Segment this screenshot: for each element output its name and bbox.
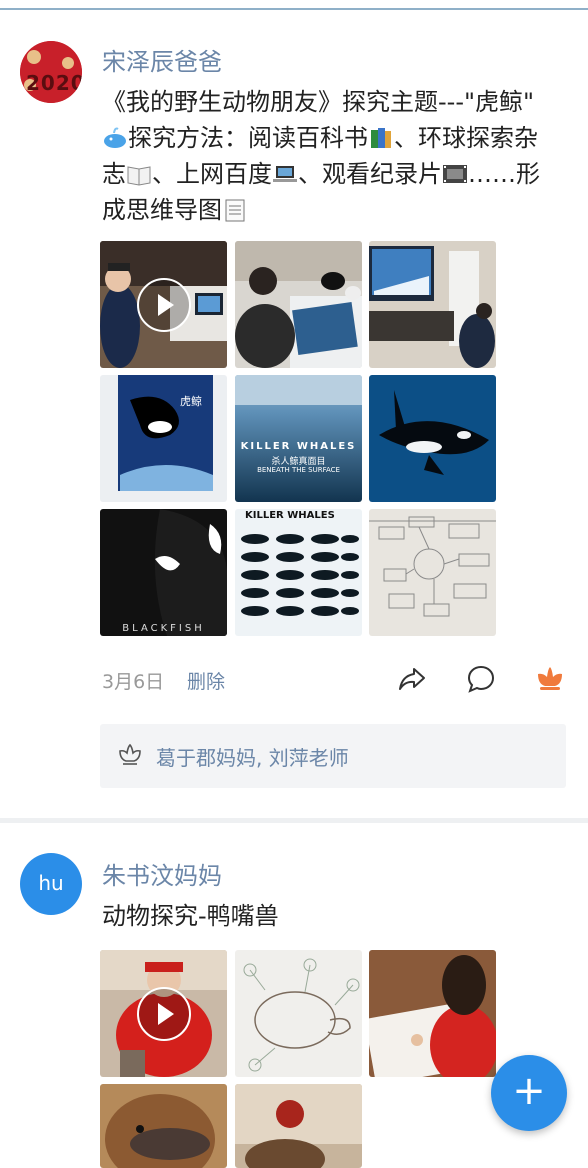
thumbnail-image[interactable] [369,241,496,368]
avatar-text: hu [38,871,64,895]
documentary-title: KILLER WHALES [240,441,357,452]
post-text: 《我的野生动物朋友》探究主题---"虎鲸"探究方法：阅读百科书 、环球探索杂志 、上… [102,84,552,228]
likes-box: 葛于郡妈妈, 刘萍老师 [100,724,566,788]
thumbnail-image[interactable] [235,950,362,1077]
like-flower-icon[interactable] [535,664,565,694]
thumbnail-image[interactable] [235,241,362,368]
comment-icon[interactable] [466,664,496,694]
poster-title: BLACKFISH [122,623,205,634]
play-icon[interactable] [136,277,191,332]
text-part: 《我的野生动物朋友》探究主题---"虎鲸" [102,88,535,116]
documentary-subtitle-2: BENEATH THE SURFACE [257,466,340,474]
notepad-emoji-icon [222,197,248,223]
open-book-emoji-icon [126,161,152,187]
thumbnail-image[interactable] [100,950,227,1077]
text-part: 、上网百度 [152,160,272,188]
thumbnail-image[interactable]: BLACKFISH [100,509,227,636]
chart-title: KILLER WHALES [245,510,335,521]
thumbnail-image[interactable] [235,1084,362,1168]
likes-names[interactable]: 葛于郡妈妈, 刘萍老师 [156,742,349,771]
thumbnail-image[interactable]: 虎鲸 [100,375,227,502]
post-card: 2020 宋泽辰爸爸 《我的野生动物朋友》探究主题---"虎鲸" 探究方法：阅读百… [0,0,588,818]
post-date: 3月6日 [102,671,165,693]
text-part: 、观看纪录片 [298,160,442,188]
thumbnail-image[interactable] [369,950,496,1077]
whale-emoji-icon [102,125,128,151]
avatar[interactable]: hu [20,853,82,915]
add-post-button[interactable]: + [491,1055,567,1131]
book-title: 虎鲸 [180,395,202,408]
like-outline-icon [118,743,142,767]
avatar-text: 2020 [26,71,82,95]
books-emoji-icon [368,125,394,151]
avatar[interactable]: 2020 [20,41,82,103]
text-part: 探究方法：阅读百科书 [128,124,368,152]
play-icon[interactable] [136,986,191,1041]
thumbnail-image[interactable]: KILLER WHALES [235,509,362,636]
thumbnail-image[interactable] [369,509,496,636]
author-name[interactable]: 宋泽辰爸爸 [102,42,222,77]
delete-link[interactable]: 删除 [187,667,225,694]
thumbnail-image[interactable] [369,375,496,502]
thumbnail-image[interactable] [100,1084,227,1168]
post-text: 动物探究-鸭嘴兽 [102,902,279,930]
thumbnail-image[interactable] [100,241,227,368]
laptop-emoji-icon [272,161,298,187]
share-icon[interactable] [397,664,427,694]
author-name[interactable]: 朱书汶妈妈 [102,856,222,891]
thumbnail-image[interactable]: KILLER WHALES 杀人鲸真面目 BENEATH THE SURFACE [235,375,362,502]
film-frames-emoji-icon [442,161,468,187]
plus-icon: + [512,1068,546,1114]
